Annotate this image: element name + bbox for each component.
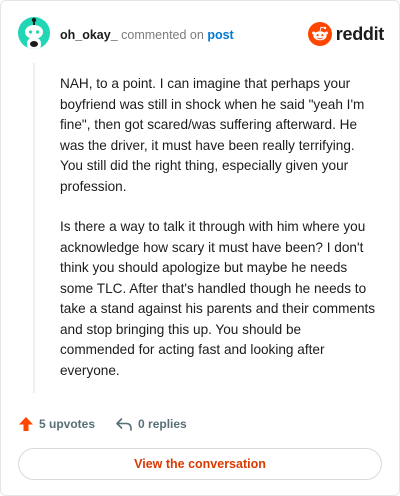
comment-meta: oh_okay_ commented on post xyxy=(60,27,234,43)
comment-paragraph: Is there a way to talk it through with h… xyxy=(60,219,376,378)
action-text: commented on xyxy=(121,28,204,42)
view-conversation-button[interactable]: View the conversation xyxy=(18,448,382,480)
comment-paragraph: NAH, to a point. I can imagine that perh… xyxy=(60,76,365,194)
snoo-avatar-icon xyxy=(25,17,43,49)
upvote-button[interactable]: 5 upvotes xyxy=(18,416,95,432)
brand-wordmark: reddit xyxy=(335,23,385,44)
username-link[interactable]: oh_okay_ xyxy=(60,28,118,42)
comment-card: oh_okay_ commented on post reddit NAH, t… xyxy=(0,0,400,496)
upvote-count: 5 upvotes xyxy=(39,417,96,431)
reply-arrow-icon xyxy=(116,418,132,431)
upvote-arrow-icon xyxy=(19,417,33,431)
comment-body: NAH, to a point. I can imagine that perh… xyxy=(60,74,376,401)
replies-button[interactable]: 0 replies xyxy=(115,416,187,432)
post-link[interactable]: post xyxy=(207,28,233,42)
comment-footer: 5 upvotes 0 replies xyxy=(18,413,384,435)
reply-count: 0 replies xyxy=(138,417,187,431)
reddit-brand[interactable]: reddit xyxy=(307,21,385,47)
thread-line xyxy=(33,63,35,393)
reddit-logo-icon xyxy=(307,22,332,46)
comment-header: oh_okay_ commented on post reddit xyxy=(18,17,384,53)
avatar[interactable] xyxy=(18,17,50,49)
